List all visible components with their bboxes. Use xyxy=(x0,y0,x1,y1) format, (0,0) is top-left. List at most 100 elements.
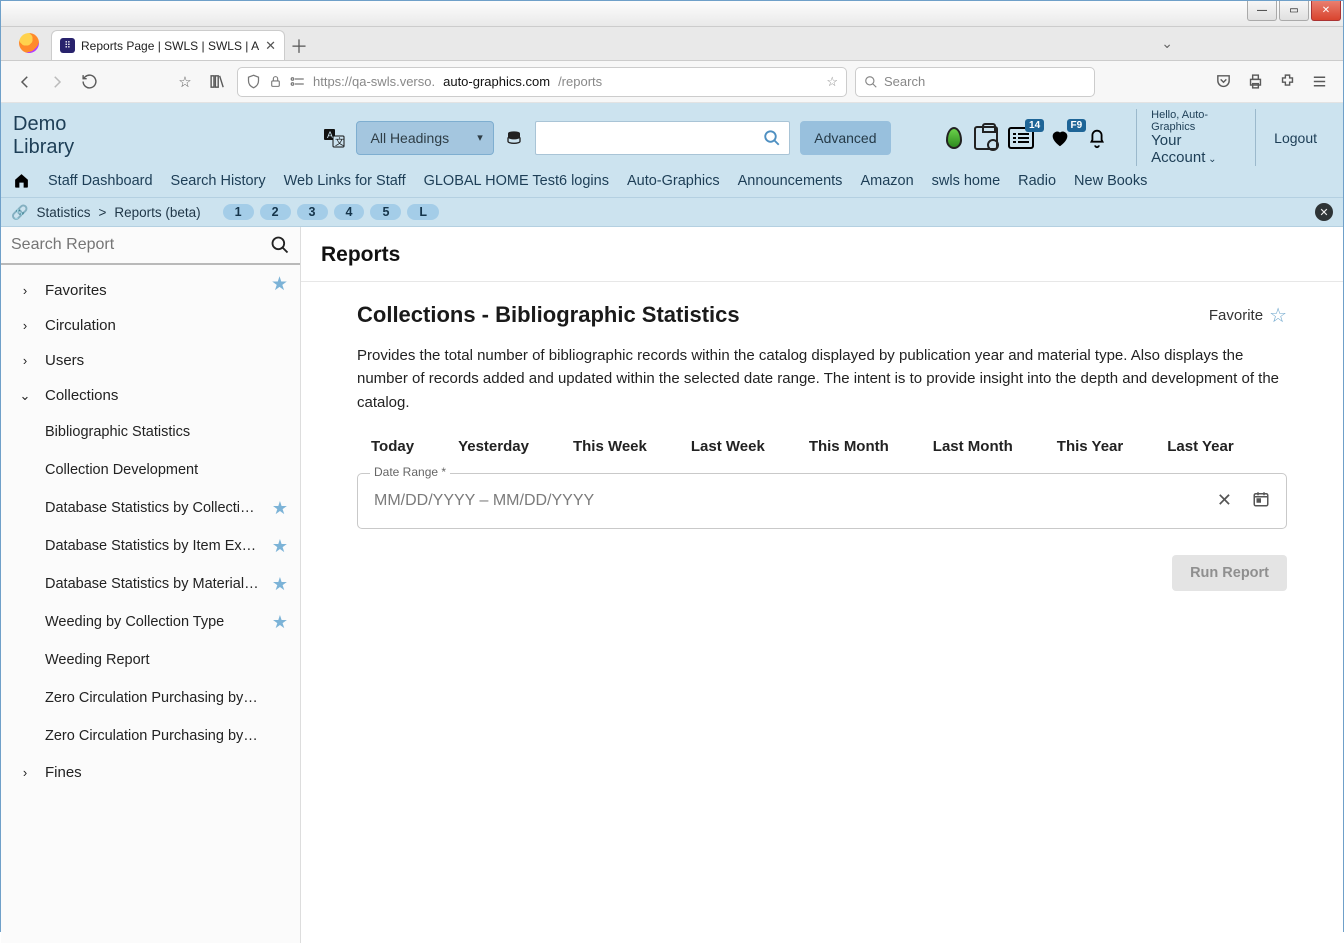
extensions-icon[interactable] xyxy=(1275,70,1299,94)
clipboard-search-icon[interactable] xyxy=(974,125,998,151)
sidebar-item[interactable]: Collection Development xyxy=(1,451,300,489)
catalog-search-input[interactable] xyxy=(544,130,763,146)
quick-range-option[interactable]: Last Week xyxy=(691,438,765,455)
breadcrumb-item[interactable]: Statistics xyxy=(36,205,90,220)
database-icon[interactable] xyxy=(504,121,525,155)
library-icon[interactable] xyxy=(205,70,229,94)
bookmark-star-outline-icon[interactable]: ☆ xyxy=(173,70,197,94)
favorite-label: Favorite xyxy=(1209,307,1263,324)
url-bar[interactable]: https://qa-swls.verso.auto-graphics.com/… xyxy=(237,67,847,97)
star-icon[interactable]: ★ xyxy=(272,574,288,595)
tab-close-icon[interactable]: ✕ xyxy=(265,38,276,54)
url-path: /reports xyxy=(558,74,602,89)
breadcrumb-close-icon[interactable]: ✕ xyxy=(1315,203,1333,221)
quick-range-option[interactable]: This Month xyxy=(809,438,889,455)
star-icon[interactable]: ★ xyxy=(272,498,288,519)
history-chip[interactable]: L xyxy=(407,204,439,220)
history-chip[interactable]: 4 xyxy=(334,204,365,220)
catalog-search-icon[interactable] xyxy=(763,129,781,147)
sidebar-group-users[interactable]: › Users xyxy=(1,343,300,378)
sidebar-item[interactable]: Database Statistics by Collection …★ xyxy=(1,489,300,527)
sidebar-item[interactable]: Database Statistics by Material Ty…★ xyxy=(1,565,300,603)
favorites-icon[interactable]: F9 xyxy=(1048,127,1072,149)
star-icon[interactable]: ★ xyxy=(272,536,288,557)
catalog-search-box[interactable] xyxy=(535,121,790,155)
sidebar-group-favorites[interactable]: ›Favorites xyxy=(1,273,300,308)
search-icon[interactable] xyxy=(270,235,290,255)
tabs-overflow-chevron-icon[interactable]: ⌄ xyxy=(1161,35,1173,52)
quick-range-option[interactable]: This Week xyxy=(573,438,647,455)
chevron-right-icon: › xyxy=(19,283,31,298)
nav-link[interactable]: Amazon xyxy=(860,173,913,189)
history-chip[interactable]: 2 xyxy=(260,204,291,220)
quick-range-option[interactable]: This Year xyxy=(1057,438,1123,455)
permissions-icon xyxy=(290,76,305,87)
sidebar-item[interactable]: Bibliographic Statistics xyxy=(1,413,300,451)
nav-link[interactable]: Radio xyxy=(1018,173,1056,189)
clear-icon[interactable]: ✕ xyxy=(1217,490,1232,511)
sidebar-search[interactable] xyxy=(1,227,300,265)
breadcrumb-item[interactable]: Reports (beta) xyxy=(114,205,200,220)
window-maximize-button[interactable]: ▭ xyxy=(1279,1,1309,21)
chevron-right-icon: › xyxy=(19,353,31,368)
quick-range-option[interactable]: Last Year xyxy=(1167,438,1233,455)
star-icon[interactable]: ★ xyxy=(272,612,288,633)
quick-range-option[interactable]: Yesterday xyxy=(458,438,529,455)
nav-reload-button[interactable] xyxy=(77,70,101,94)
sidebar-item[interactable]: Weeding Report xyxy=(1,641,300,679)
advanced-search-button[interactable]: Advanced xyxy=(800,121,890,155)
headings-dropdown[interactable]: All Headings xyxy=(356,121,494,155)
nav-link[interactable]: New Books xyxy=(1074,173,1147,189)
sidebar-item[interactable]: Weeding by Collection Type★ xyxy=(1,603,300,641)
sidebar-search-input[interactable] xyxy=(11,236,262,254)
nav-link[interactable]: swls home xyxy=(932,173,1001,189)
sidebar-group-collections[interactable]: ⌄Collections xyxy=(1,378,300,413)
account-menu[interactable]: Hello, Auto-Graphics Your Account ⌄ xyxy=(1136,109,1233,166)
pocket-icon[interactable] xyxy=(1211,70,1235,94)
chevron-right-icon: › xyxy=(19,765,31,780)
lists-icon[interactable]: 14 xyxy=(1008,127,1034,149)
browser-tab-active[interactable]: ⠿ Reports Page | SWLS | SWLS | A ✕ xyxy=(51,30,285,60)
nav-link[interactable]: Search History xyxy=(171,173,266,189)
quick-range-option[interactable]: Today xyxy=(371,438,414,455)
report-title: Collections - Bibliographic Statistics xyxy=(357,302,740,328)
balloon-icon[interactable] xyxy=(943,125,964,151)
date-range-field[interactable]: Date Range * MM/DD/YYYY – MM/DD/YYYY ✕ xyxy=(357,473,1287,529)
print-icon[interactable] xyxy=(1243,70,1267,94)
nav-link[interactable]: Announcements xyxy=(738,173,843,189)
sidebar-group-label: Collections xyxy=(45,387,118,404)
sidebar-item[interactable]: Zero Circulation Purchasing by Collect… xyxy=(1,679,300,717)
favorite-toggle[interactable]: Favorite ☆ xyxy=(1209,303,1287,328)
nav-link[interactable]: Web Links for Staff xyxy=(284,173,406,189)
urlbar-bookmark-icon[interactable]: ☆ xyxy=(826,74,838,90)
quick-range-option[interactable]: Last Month xyxy=(933,438,1013,455)
nav-link[interactable]: Auto-Graphics xyxy=(627,173,720,189)
history-chip[interactable]: 1 xyxy=(223,204,254,220)
nav-link[interactable]: GLOBAL HOME Test6 logins xyxy=(424,173,609,189)
sidebar-group-circulation[interactable]: ›Circulation xyxy=(1,308,300,343)
nav-link[interactable]: Staff Dashboard xyxy=(48,173,153,189)
history-chip[interactable]: 3 xyxy=(297,204,328,220)
logout-link[interactable]: Logout xyxy=(1255,109,1333,166)
quick-date-ranges: Today Yesterday This Week Last Week This… xyxy=(357,432,1287,473)
home-icon[interactable] xyxy=(13,172,30,189)
sidebar-item[interactable]: Zero Circulation Purchasing by Materi… xyxy=(1,717,300,755)
sidebar-group-label: Users xyxy=(45,352,84,369)
star-outline-icon: ☆ xyxy=(1269,303,1287,328)
nav-back-button[interactable] xyxy=(13,70,37,94)
sidebar-group-fines[interactable]: ›Fines xyxy=(1,755,300,790)
report-description: Provides the total number of bibliograph… xyxy=(357,344,1287,414)
window-minimize-button[interactable]: — xyxy=(1247,1,1277,21)
link-icon: 🔗 xyxy=(11,204,28,221)
sidebar-item[interactable]: Database Statistics by Item Except…★ xyxy=(1,527,300,565)
advanced-search-label: Advanced xyxy=(814,130,876,146)
history-chip[interactable]: 5 xyxy=(370,204,401,220)
window-close-button[interactable]: ✕ xyxy=(1311,1,1341,21)
breadcrumb-chips: 1 2 3 4 5 L xyxy=(223,204,439,220)
app-menu-icon[interactable] xyxy=(1307,70,1331,94)
notifications-icon[interactable] xyxy=(1086,127,1108,149)
browser-search-box[interactable]: Search xyxy=(855,67,1095,97)
new-tab-button[interactable]: ＋ xyxy=(285,32,313,60)
calendar-icon[interactable] xyxy=(1252,490,1270,511)
translate-icon[interactable]: A文 xyxy=(322,125,346,151)
